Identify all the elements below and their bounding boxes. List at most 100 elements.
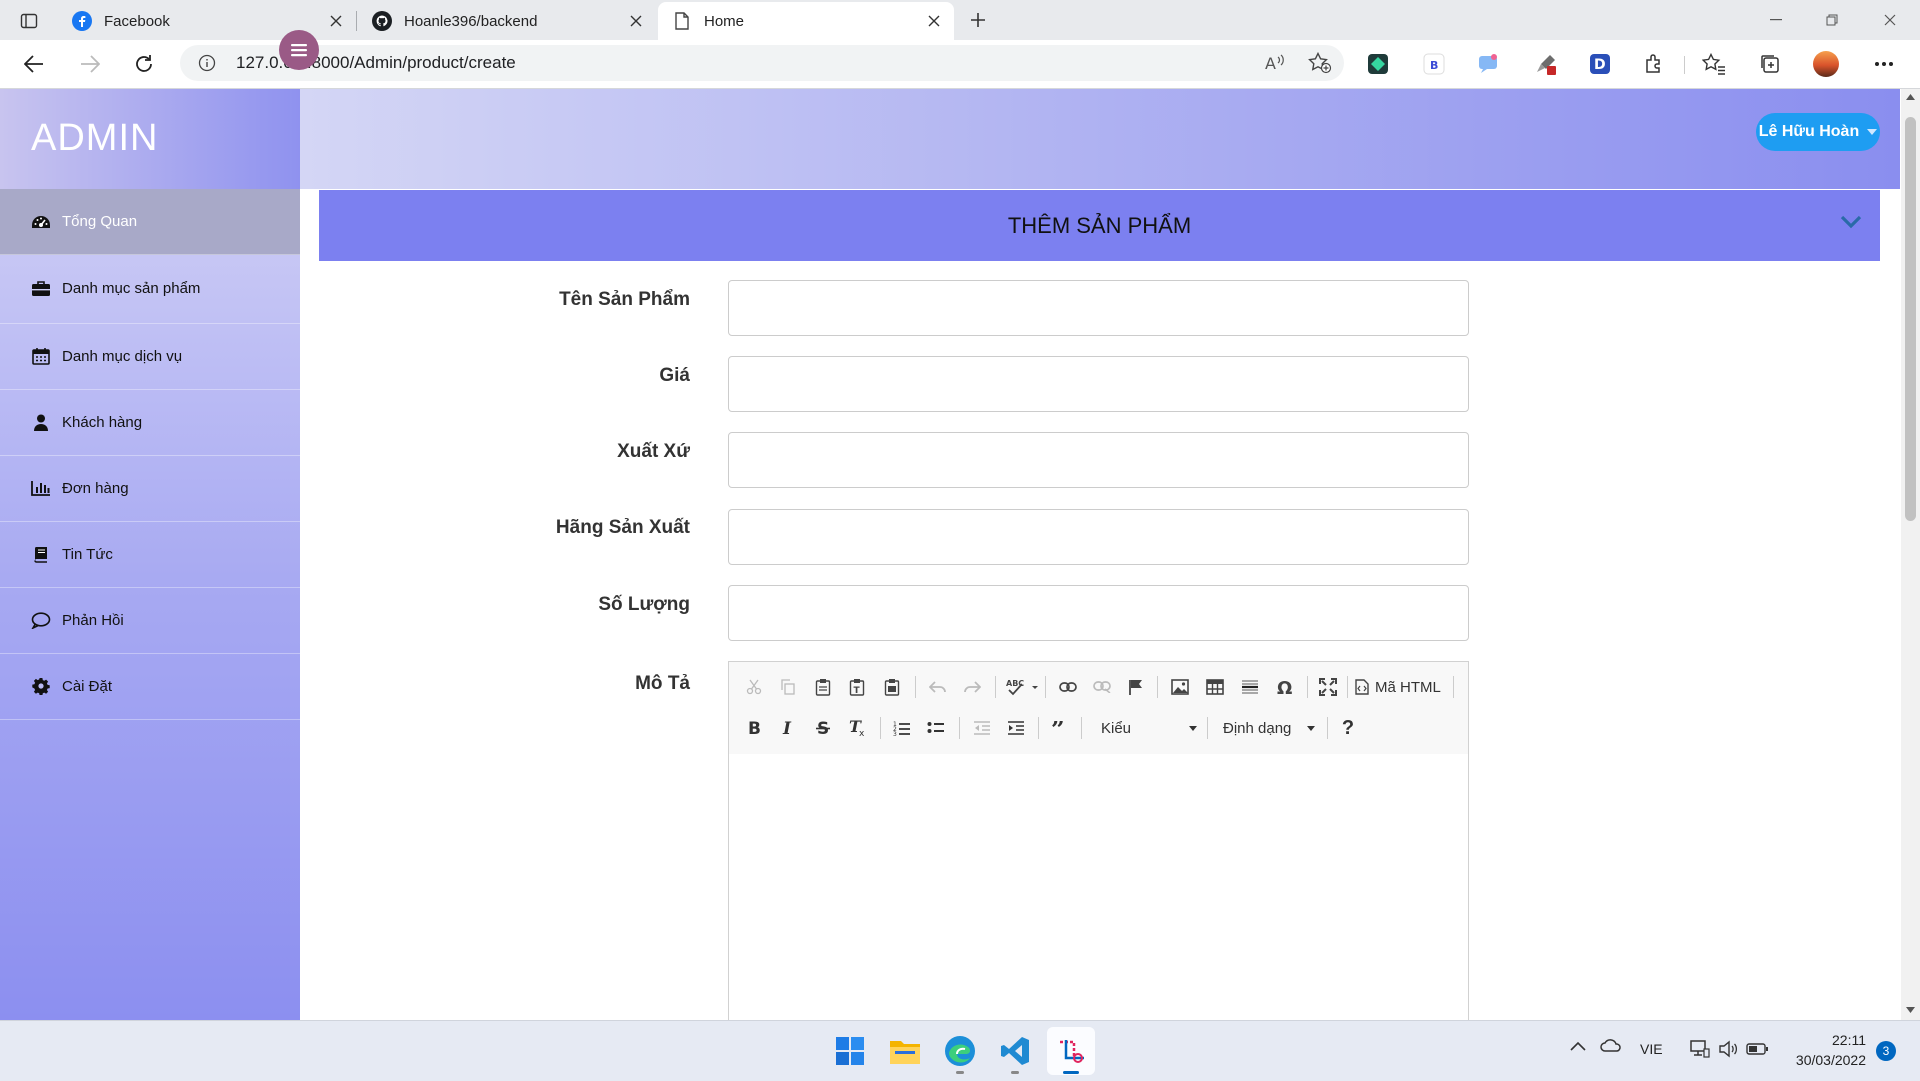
extension-green-icon[interactable]: [1364, 50, 1392, 78]
tab-actions-icon[interactable]: [16, 8, 42, 34]
menu-toggle-button[interactable]: [279, 30, 319, 70]
panel-header[interactable]: THÊM SẢN PHẨM: [319, 190, 1880, 261]
sidebar-item-label: Danh mục sản phẩm: [62, 280, 201, 297]
network-icon[interactable]: [1690, 1040, 1710, 1058]
table-icon[interactable]: [1202, 674, 1228, 700]
vscode-icon[interactable]: [991, 1027, 1039, 1075]
close-tab-icon[interactable]: [920, 7, 948, 35]
minimize-button[interactable]: [1762, 8, 1790, 32]
extension-d-icon[interactable]: D: [1586, 50, 1614, 78]
sidebar-item-feedback[interactable]: Phản Hồi: [0, 587, 300, 654]
collections-icon[interactable]: [1756, 50, 1784, 78]
manufacturer-input[interactable]: [728, 509, 1469, 565]
extensions-puzzle-icon[interactable]: [1640, 50, 1668, 78]
anchor-flag-icon[interactable]: [1123, 674, 1149, 700]
volume-icon[interactable]: [1718, 1040, 1738, 1058]
close-tab-icon[interactable]: [322, 7, 350, 35]
tab-title: Home: [704, 12, 745, 30]
gear-icon: [30, 675, 52, 697]
editor-content-area[interactable]: [729, 754, 1468, 1014]
scrollbar-thumb[interactable]: [1905, 117, 1916, 521]
styles-dropdown[interactable]: Kiểu: [1091, 715, 1201, 741]
product-name-input[interactable]: [728, 280, 1469, 336]
edge-icon[interactable]: [936, 1027, 984, 1075]
snipping-tool-icon[interactable]: [1047, 1027, 1095, 1075]
refresh-button[interactable]: [128, 48, 160, 80]
main-content: THÊM SẢN PHẨM Tên Sản Phẩm Giá Xuất Xứ H…: [300, 189, 1900, 1031]
styles-label: Kiểu: [1101, 719, 1132, 737]
browser-tab-github[interactable]: Hoanle396/backend: [358, 2, 656, 40]
extension-b-icon[interactable]: B: [1420, 50, 1448, 78]
profile-avatar-icon[interactable]: [1812, 50, 1840, 78]
close-window-button[interactable]: [1876, 8, 1904, 32]
redo-icon[interactable]: [959, 674, 985, 700]
page-scrollbar[interactable]: [1901, 89, 1920, 1020]
sidebar-item-product-categories[interactable]: Danh mục sản phẩm: [0, 254, 300, 324]
paste-word-icon[interactable]: [879, 674, 905, 700]
bold-icon[interactable]: B: [741, 715, 767, 741]
brand-title: ADMIN: [31, 117, 159, 159]
maximize-icon[interactable]: [1315, 674, 1341, 700]
special-char-icon[interactable]: Ω: [1272, 674, 1298, 700]
github-icon: [372, 11, 392, 31]
spellcheck-icon[interactable]: ABC: [1005, 674, 1041, 700]
windows-start-icon[interactable]: [826, 1027, 874, 1075]
numbered-list-icon[interactable]: 123: [889, 715, 915, 741]
link-icon[interactable]: [1055, 674, 1081, 700]
clock[interactable]: 22:11 30/03/2022: [1780, 1030, 1866, 1070]
cut-icon[interactable]: [741, 674, 767, 700]
file-explorer-icon[interactable]: [881, 1027, 929, 1075]
new-tab-button[interactable]: [964, 6, 992, 34]
forward-button[interactable]: [74, 48, 106, 80]
browser-tab-home[interactable]: Home: [658, 2, 954, 40]
toolbar-separator: [995, 676, 996, 698]
unlink-icon[interactable]: [1089, 674, 1115, 700]
origin-input[interactable]: [728, 432, 1469, 488]
svg-text:ABC: ABC: [1006, 679, 1024, 688]
notification-badge[interactable]: 3: [1876, 1041, 1896, 1061]
sidebar-item-settings[interactable]: Cài Đặt: [0, 653, 300, 720]
back-button[interactable]: [18, 48, 50, 80]
user-menu-button[interactable]: Lê Hữu Hoàn: [1756, 113, 1880, 151]
extension-chat-icon[interactable]: [1474, 50, 1502, 78]
more-options-icon[interactable]: [1870, 50, 1898, 78]
remove-format-icon[interactable]: Tx: [844, 715, 870, 741]
sidebar-item-service-categories[interactable]: Danh mục dịch vụ: [0, 323, 300, 390]
blockquote-icon[interactable]: ”: [1047, 715, 1073, 741]
horizontal-rule-icon[interactable]: [1237, 674, 1263, 700]
battery-icon[interactable]: [1746, 1042, 1770, 1056]
bulleted-list-icon[interactable]: [923, 715, 949, 741]
undo-icon[interactable]: [925, 674, 951, 700]
sidebar-item-overview[interactable]: Tổng Quan: [0, 189, 300, 255]
strikethrough-icon[interactable]: S: [810, 715, 836, 741]
url-text[interactable]: 127.0.0.1:8000/Admin/product/create: [236, 45, 516, 81]
toolbar-separator: [1307, 676, 1308, 698]
language-indicator[interactable]: VIE: [1640, 1041, 1663, 1057]
close-tab-icon[interactable]: [622, 7, 650, 35]
copy-icon[interactable]: [775, 674, 801, 700]
add-favorite-icon[interactable]: [1308, 52, 1332, 74]
info-icon[interactable]: [198, 54, 216, 72]
format-dropdown[interactable]: Định dạng: [1213, 715, 1323, 741]
price-input[interactable]: [728, 356, 1469, 412]
sidebar-item-news[interactable]: Tin Tức: [0, 521, 300, 588]
read-aloud-icon[interactable]: A: [1264, 53, 1286, 73]
source-button[interactable]: Mã HTML: [1355, 674, 1451, 700]
quantity-input[interactable]: [728, 585, 1469, 641]
restore-button[interactable]: [1818, 8, 1846, 32]
help-button[interactable]: ?: [1335, 715, 1361, 741]
chevron-up-icon[interactable]: [1570, 1041, 1586, 1051]
sidebar-item-customers[interactable]: Khách hàng: [0, 389, 300, 456]
image-icon[interactable]: [1167, 674, 1193, 700]
onedrive-cloud-icon[interactable]: [1600, 1038, 1622, 1052]
url-bar[interactable]: 127.0.0.1:8000/Admin/product/create A: [180, 45, 1344, 81]
favorites-icon[interactable]: [1700, 50, 1728, 78]
increase-indent-icon[interactable]: [1003, 715, 1029, 741]
paste-text-icon[interactable]: T: [844, 674, 870, 700]
extension-dropper-icon[interactable]: [1532, 50, 1560, 78]
decrease-indent-icon[interactable]: [969, 715, 995, 741]
paste-icon[interactable]: [810, 674, 836, 700]
chevron-down-icon[interactable]: [1840, 215, 1862, 229]
sidebar-item-orders[interactable]: Đơn hàng: [0, 455, 300, 522]
italic-icon[interactable]: I: [775, 715, 801, 741]
